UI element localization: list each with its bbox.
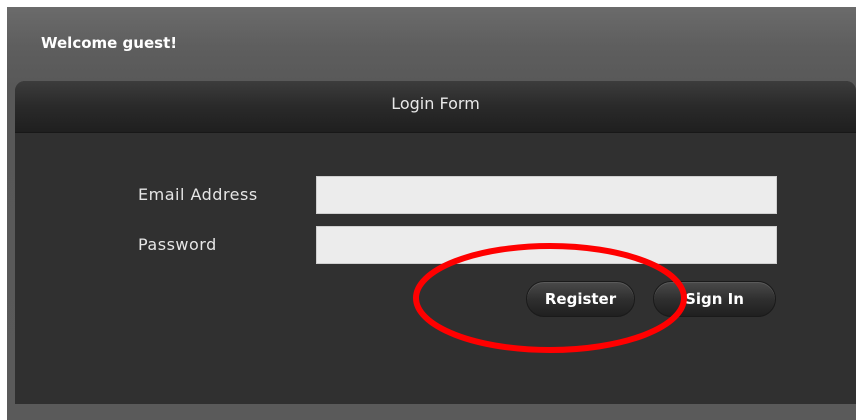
login-form-title: Login Form: [391, 94, 480, 113]
register-button[interactable]: Register: [526, 281, 635, 317]
welcome-message: Welcome guest!: [41, 34, 178, 52]
password-field[interactable]: [316, 226, 777, 264]
email-field[interactable]: [316, 176, 777, 214]
sign-in-button[interactable]: Sign In: [653, 281, 776, 317]
login-form-panel: Login Form Email Address Password Regist…: [15, 81, 856, 404]
login-form-header: Login Form: [15, 81, 856, 133]
email-label: Email Address: [138, 185, 258, 204]
password-label: Password: [138, 235, 217, 254]
page: Welcome guest! Login Form Email Address …: [0, 0, 856, 420]
